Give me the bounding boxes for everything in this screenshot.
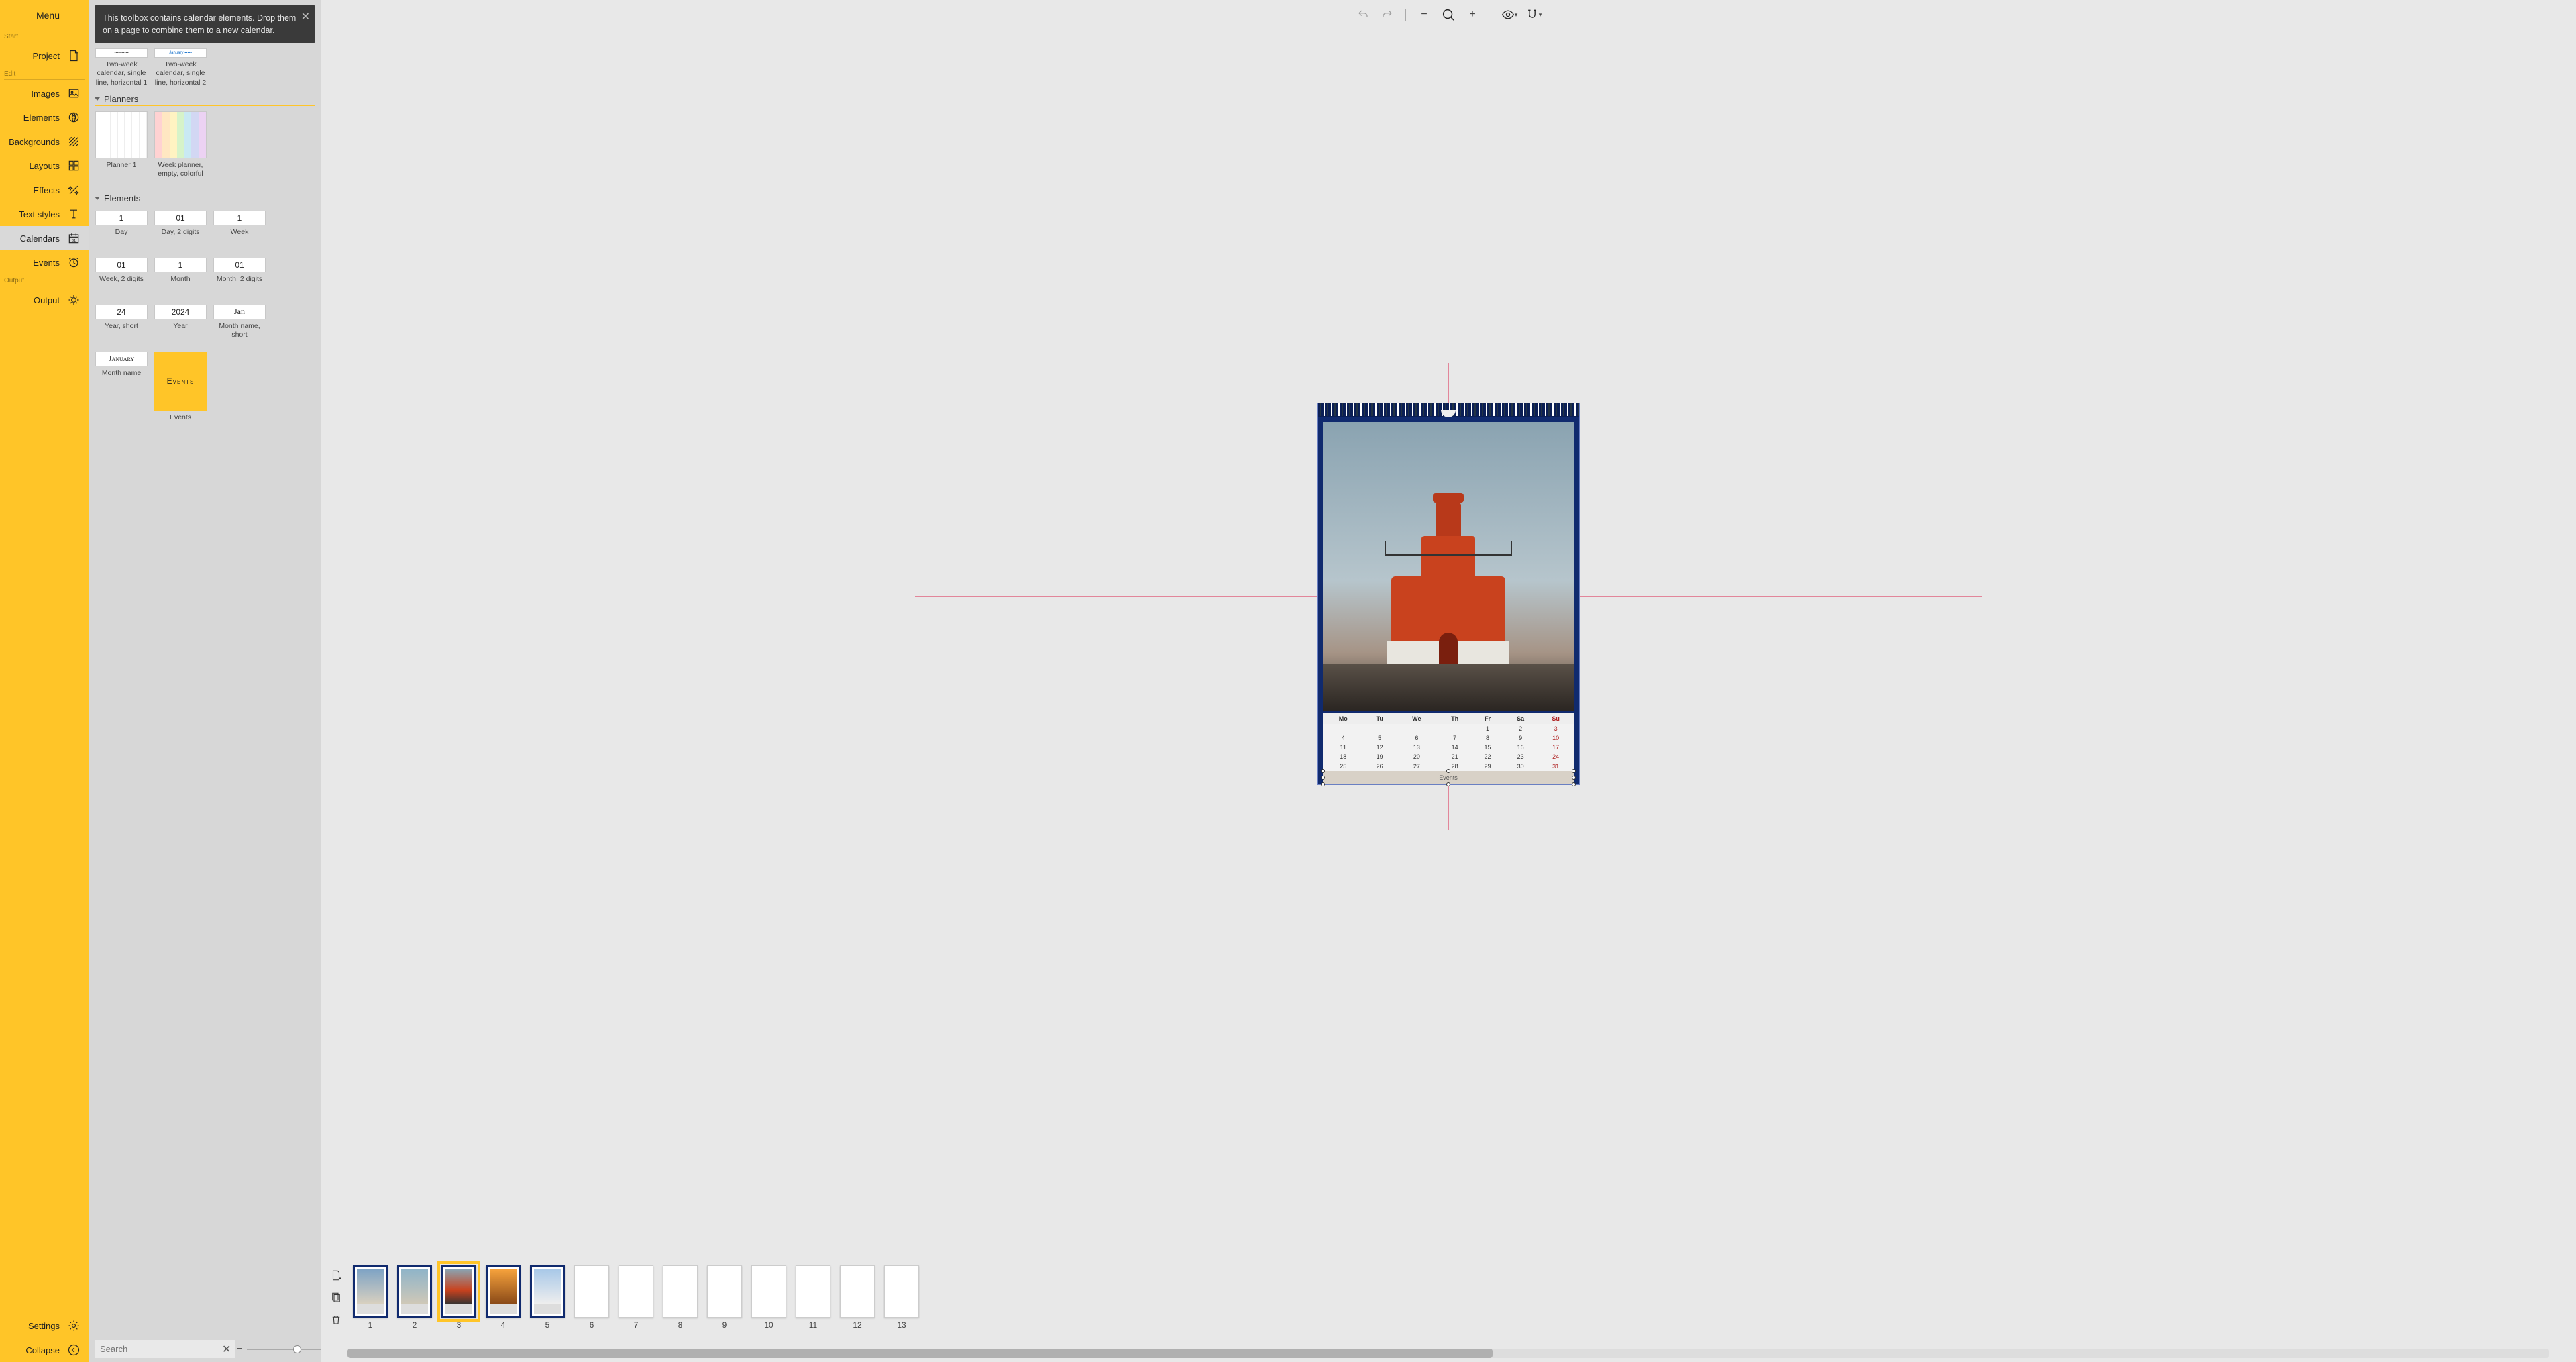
events-band[interactable]: Events (1323, 771, 1574, 784)
page-thumb-12[interactable]: 12 (840, 1265, 875, 1330)
sidebar-item-settings[interactable]: Settings (0, 1314, 89, 1338)
section-edit: Edit (0, 68, 89, 78)
thumb-monthname[interactable]: JanuaryMonth name (95, 352, 148, 439)
delete-page-button[interactable] (330, 1314, 342, 1329)
page-thumb-7[interactable]: 7 (619, 1265, 653, 1330)
effects-icon (66, 182, 81, 197)
sidebar-item-output[interactable]: Output (0, 288, 89, 312)
sidebar-item-backgrounds[interactable]: Backgrounds (0, 129, 89, 154)
page-thumb-2[interactable]: 2 (397, 1265, 432, 1330)
clock-icon (66, 255, 81, 270)
spiral-binding (1318, 403, 1579, 417)
sidebar-item-textstyles[interactable]: Text styles (0, 202, 89, 226)
section-start: Start (0, 30, 89, 40)
sidebar-item-calendars[interactable]: Calendars31 (0, 226, 89, 250)
section-output: Output (0, 274, 89, 284)
image-icon (66, 86, 81, 101)
thumb-day2[interactable]: 01Day, 2 digits (154, 211, 207, 254)
undo-button[interactable] (1354, 6, 1372, 23)
page-thumb-8[interactable]: 8 (663, 1265, 698, 1330)
toolbox-tip: This toolbox contains calendar elements.… (95, 5, 315, 43)
thumb-year[interactable]: 2024Year (154, 305, 207, 348)
clear-search-icon[interactable]: ✕ (222, 1343, 231, 1356)
page-thumb-10[interactable]: 10 (751, 1265, 786, 1330)
sidebar-item-elements[interactable]: Elements (0, 105, 89, 129)
project-icon (66, 48, 81, 63)
layouts-icon (66, 158, 81, 173)
page-thumb-3[interactable]: 3 (441, 1265, 476, 1330)
sidebar-item-events[interactable]: Events (0, 250, 89, 274)
hamburger-icon (66, 7, 81, 23)
calendar-icon: 31 (66, 231, 81, 246)
sidebar: Menu Start Project Edit Images Elements … (0, 0, 89, 1362)
thumb-planner-2[interactable]: Week planner, empty, colorful (154, 111, 207, 187)
page-strip: 12345678910111213 (321, 1261, 2576, 1362)
sidebar-item-images[interactable]: Images (0, 81, 89, 105)
sidebar-item-effects[interactable]: Effects (0, 178, 89, 202)
calendar-page[interactable]: MoTuWeThFrSaSu12345678910111213141516171… (1318, 403, 1579, 784)
add-page-button[interactable] (330, 1269, 342, 1285)
collapse-icon (66, 1343, 81, 1357)
page-thumb-4[interactable]: 4 (486, 1265, 521, 1330)
sidebar-item-layouts[interactable]: Layouts (0, 154, 89, 178)
redo-button[interactable] (1379, 6, 1396, 23)
page-thumb-13[interactable]: 13 (884, 1265, 919, 1330)
search-input[interactable] (95, 1340, 235, 1358)
thumb-events[interactable]: EventsEvents (154, 352, 207, 439)
page-thumb-6[interactable]: 6 (574, 1265, 609, 1330)
page-thumb-9[interactable]: 9 (707, 1265, 742, 1330)
page-photo[interactable] (1323, 422, 1574, 711)
thumb-monthshort[interactable]: JanMonth name, short (213, 305, 266, 348)
thumb-yearshort[interactable]: 24Year, short (95, 305, 148, 348)
menu-button[interactable]: Menu (0, 0, 89, 30)
canvas-area: − + ▾ ▾ (321, 0, 2576, 1362)
toolbox-panel: This toolbox contains calendar elements.… (89, 0, 321, 1362)
canvas-toolbar: − + ▾ ▾ (321, 0, 2576, 30)
zoom-in-canvas[interactable]: + (1464, 6, 1481, 23)
gear-icon (66, 1318, 81, 1333)
zoom-slider[interactable] (247, 1349, 327, 1350)
canvas-stage[interactable]: MoTuWeThFrSaSu12345678910111213141516171… (321, 30, 2576, 1261)
page-thumb-5[interactable]: 5 (530, 1265, 565, 1330)
zoom-out-button[interactable]: − (236, 1343, 242, 1355)
text-icon (66, 207, 81, 221)
backgrounds-icon (66, 134, 81, 149)
fold-planners[interactable]: Planners (95, 91, 315, 106)
page-thumb-1[interactable]: 1 (353, 1265, 388, 1330)
visibility-button[interactable]: ▾ (1501, 6, 1518, 23)
calendar-grid[interactable]: MoTuWeThFrSaSu12345678910111213141516171… (1323, 713, 1574, 784)
fold-elements[interactable]: Elements (95, 191, 315, 205)
thumb-twoweek-1[interactable]: ▪▪▪▪▪▪▪▪▪▪Two-week calendar, single line… (95, 48, 148, 87)
thumb-month2[interactable]: 01Month, 2 digits (213, 258, 266, 301)
output-icon (66, 293, 81, 307)
page-thumb-11[interactable]: 11 (796, 1265, 830, 1330)
zoom-out-canvas[interactable]: − (1415, 6, 1433, 23)
snap-button[interactable]: ▾ (1525, 6, 1542, 23)
thumb-day[interactable]: 1Day (95, 211, 148, 254)
zoom-fit-button[interactable] (1440, 6, 1457, 23)
duplicate-page-button[interactable] (330, 1292, 342, 1307)
sidebar-item-project[interactable]: Project (0, 44, 89, 68)
toolbox-scroll[interactable]: ▪▪▪▪▪▪▪▪▪▪Two-week calendar, single line… (89, 48, 321, 1336)
page-strip-scrollbar[interactable] (347, 1349, 2549, 1358)
elements-icon (66, 110, 81, 125)
thumb-planner-1[interactable]: Planner 1 (95, 111, 148, 187)
thumb-week2[interactable]: 01Week, 2 digits (95, 258, 148, 301)
svg-text:31: 31 (72, 239, 76, 243)
sidebar-item-collapse[interactable]: Collapse (0, 1338, 89, 1362)
close-icon[interactable]: ✕ (301, 9, 310, 25)
thumb-month[interactable]: 1Month (154, 258, 207, 301)
thumb-twoweek-2[interactable]: January ▪▪▪▪▪Two-week calendar, single l… (154, 48, 207, 87)
thumb-week[interactable]: 1Week (213, 211, 266, 254)
